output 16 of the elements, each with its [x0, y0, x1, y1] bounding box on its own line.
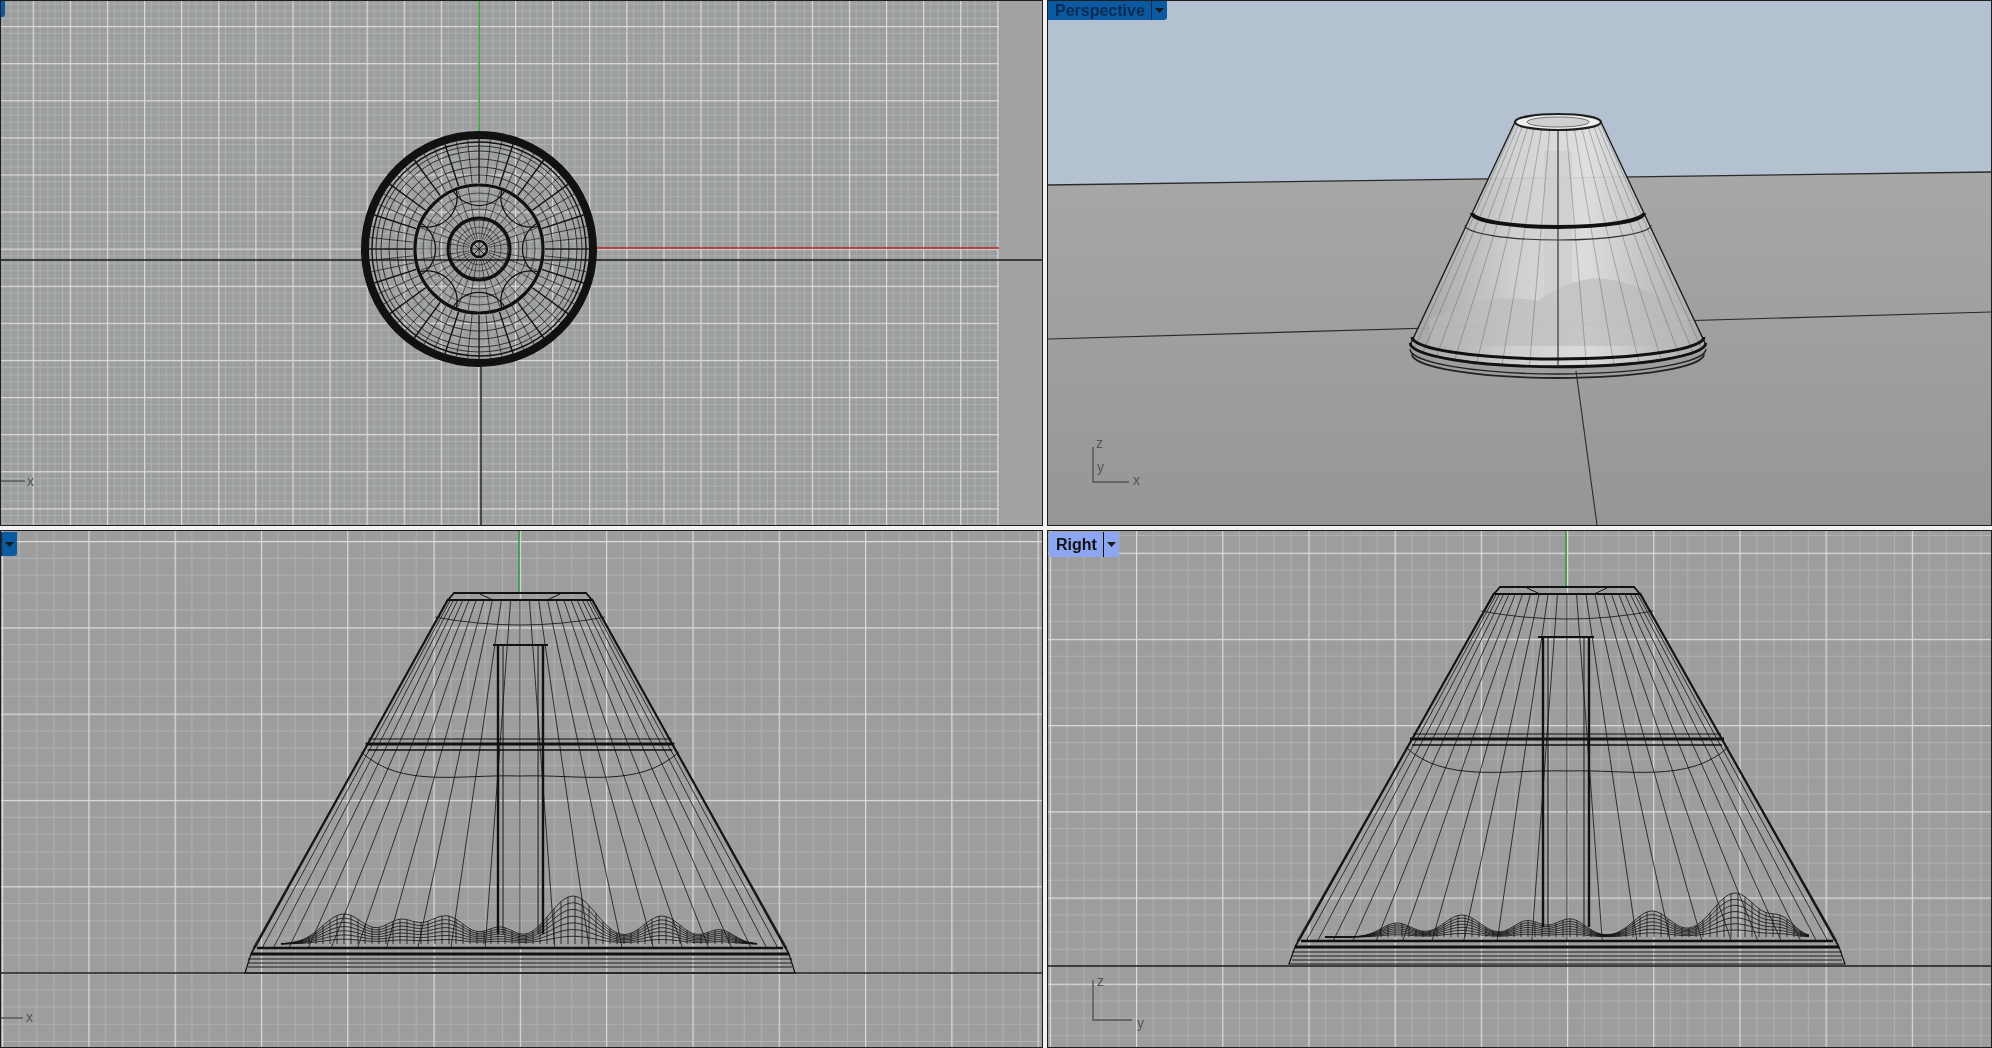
viewport-tab[interactable]: Right [1049, 532, 1119, 557]
axis-triad-icon [1, 480, 26, 482]
axis-label: y [1097, 459, 1104, 475]
axis-label: x [26, 1009, 33, 1025]
axis-label: x [27, 473, 34, 489]
viewport-tab[interactable] [1, 1, 5, 17]
axis-triad-icon [1092, 979, 1133, 1021]
axis-label: y [1137, 1015, 1144, 1031]
y-axis-line [518, 531, 520, 594]
axis-triad-icon [1, 1017, 24, 1019]
axis-triad-icon [1092, 446, 1130, 483]
viewport-tab[interactable] [1, 532, 17, 556]
y-axis-line [1565, 531, 1567, 588]
axis-label: z [1096, 435, 1103, 451]
axis-label: x [1133, 472, 1140, 488]
axis-label: z [1097, 973, 1104, 989]
